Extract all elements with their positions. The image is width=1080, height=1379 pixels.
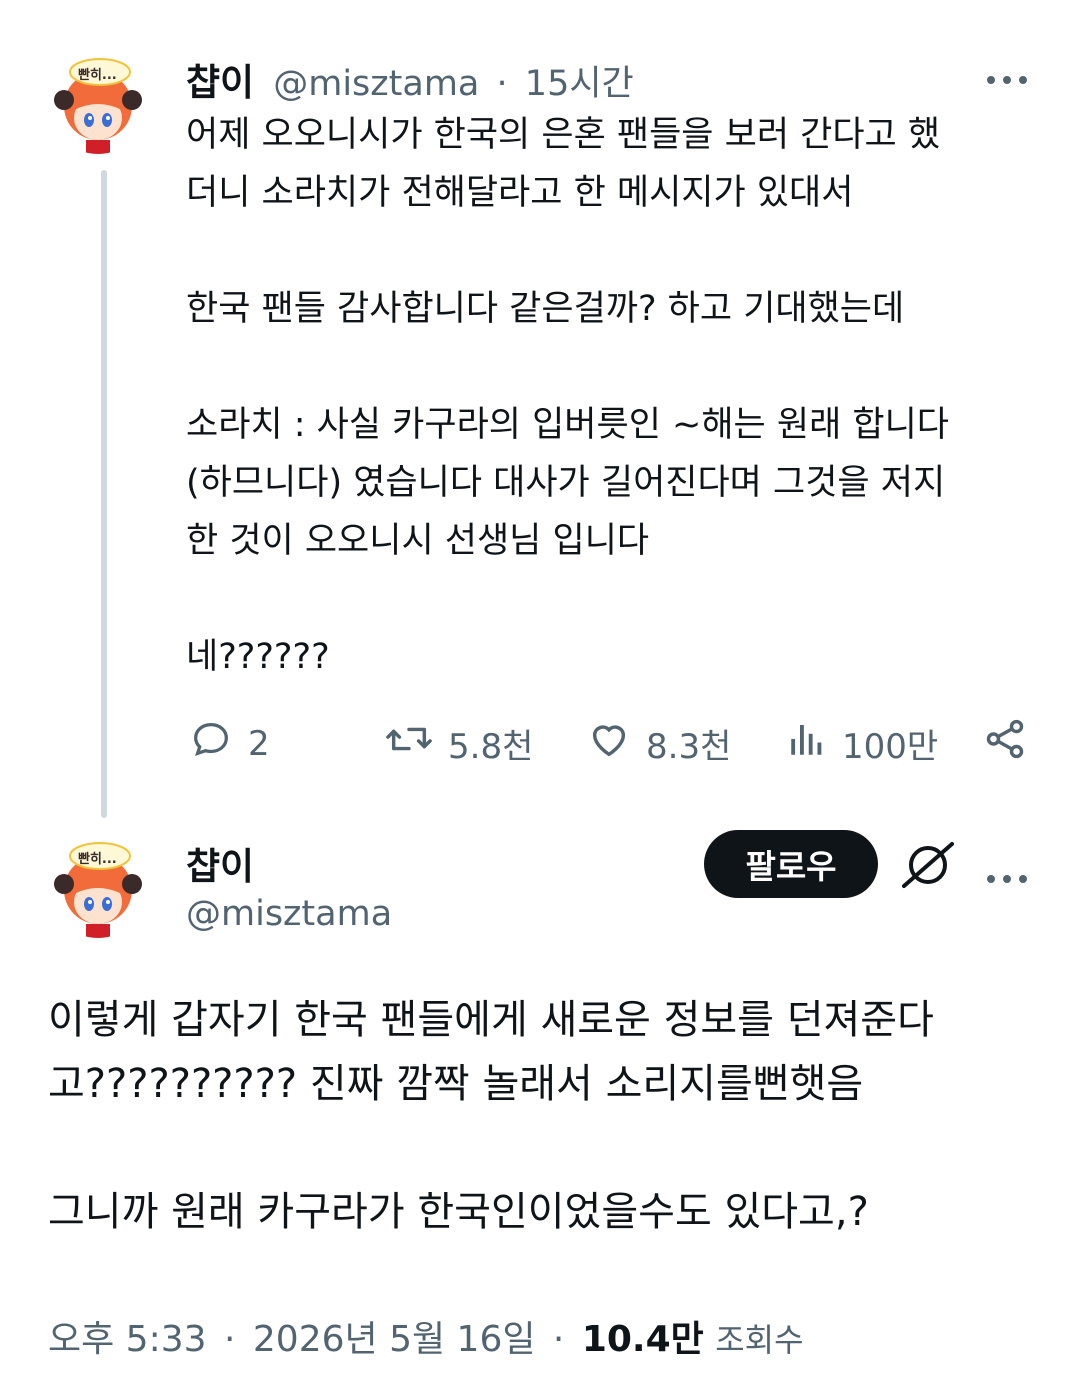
reply-button[interactable]: 2 [188,716,270,771]
separator-dot: · [552,1319,565,1360]
views-button[interactable]: 100만 [786,716,938,771]
more-dots-icon[interactable] [985,857,1029,893]
reply-icon [188,716,234,771]
reply-count: 2 [248,723,270,764]
thread-connector [101,170,107,818]
share-icon[interactable] [982,716,1028,766]
analytics-icon [786,716,828,771]
avatar[interactable]: 빤히... [48,54,148,154]
more-dots-icon[interactable] [985,58,1029,94]
tweet-header: 챱이 @misztama · 15시간 [186,52,634,106]
like-count: 8.3천 [646,727,732,767]
grok-icon[interactable] [898,836,958,898]
avatar-badge: 빤히... [78,68,117,83]
views-count: 10.4만 [581,1319,704,1360]
display-name[interactable]: 챱이 [186,61,254,104]
retweet-icon [384,716,434,771]
tweet-body: 어제 오오니시가 한국의 은혼 팬들을 보러 간다고 했 더니 소라치가 전해달… [186,115,949,677]
retweet-count: 5.8천 [448,727,534,767]
handle[interactable]: @misztama [186,894,392,934]
heart-icon [586,716,632,771]
avatar-badge: 빤히... [78,852,117,867]
post-date[interactable]: 2026년 5월 16일 [253,1319,536,1360]
tweet-meta: 오후 5:33 · 2026년 5월 16일 · 10.4만 조회수 [48,1310,804,1362]
post-time[interactable]: 오후 5:33 [48,1319,207,1360]
avatar[interactable]: 빤히... [48,838,148,938]
like-button[interactable]: 8.3천 [586,716,731,771]
follow-button[interactable]: 팔로우 [704,830,878,898]
display-name[interactable]: 챱이 [186,836,254,890]
tweet-body: 이렇게 갑자기 한국 팬들에게 새로운 정보를 던져준다 고??????????… [48,997,934,1235]
timestamp[interactable]: 15시간 [525,64,634,104]
views-count: 100만 [842,727,939,767]
views-label: 조회수 [715,1321,804,1359]
handle[interactable]: @misztama [273,64,479,104]
separator-dot: · [223,1319,236,1360]
retweet-button[interactable]: 5.8천 [384,716,533,771]
separator-dot: · [496,64,508,104]
